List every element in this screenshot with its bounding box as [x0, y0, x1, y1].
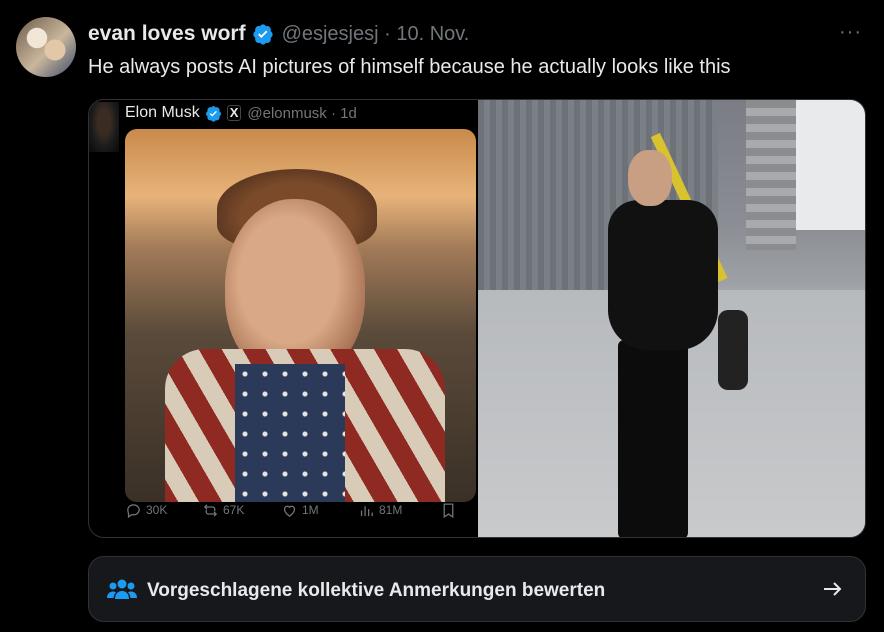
verified-badge-icon: [252, 24, 273, 45]
quoted-handle-and-time[interactable]: @elonmusk · 1d: [247, 105, 356, 122]
repost-button[interactable]: 67K: [202, 502, 244, 519]
like-count: 1M: [302, 503, 319, 517]
quoted-tweet-left: Elon Musk X @elonmusk · 1d 30K 67K 1M 81…: [89, 100, 478, 537]
repost-count: 67K: [223, 503, 245, 517]
repost-icon: [203, 503, 218, 517]
like-icon: [283, 505, 296, 517]
arrow-right-icon: [824, 582, 842, 596]
bookmark-icon: [443, 502, 454, 518]
views-icon: [360, 505, 373, 516]
tweet-text: He always posts AI pictures of himself b…: [88, 56, 731, 78]
quoted-avatar[interactable]: [89, 102, 119, 152]
quoted-display-name[interactable]: Elon Musk: [125, 104, 200, 122]
x-affiliation-badge: X: [226, 105, 242, 121]
image-tower: [746, 100, 796, 250]
quoted-tweet[interactable]: Elon Musk X @elonmusk · 1d 30K 67K 1M 81…: [88, 99, 866, 538]
more-icon[interactable]: ···: [839, 22, 862, 42]
views-button[interactable]: 81M: [358, 502, 402, 519]
community-notes-rate-button[interactable]: Vorgeschlagene kollektive Anmerkungen be…: [88, 556, 866, 622]
image-stars: [235, 364, 345, 502]
community-notes-label: Vorgeschlagene kollektive Anmerkungen be…: [147, 580, 606, 601]
image-person-legs: [618, 340, 688, 537]
verified-badge-icon: [205, 105, 221, 122]
community-notes-icon: [107, 579, 137, 599]
reply-button[interactable]: 30K: [125, 502, 167, 519]
handle-and-time[interactable]: @esjesjesj · 10. Nov.: [282, 23, 470, 46]
image-sky: [787, 100, 865, 230]
ai-portrait-image[interactable]: [125, 129, 476, 502]
image-person-shirt: [608, 200, 718, 350]
like-button[interactable]: 1M: [281, 502, 319, 519]
real-photo-image[interactable]: [478, 100, 865, 537]
reply-icon: [127, 503, 140, 518]
tweet-header: evan loves worf @esjesjesj · 10. Nov.: [88, 22, 469, 46]
image-child: [718, 310, 748, 390]
image-person-head: [628, 150, 672, 206]
reply-count: 30K: [146, 503, 168, 517]
views-count: 81M: [379, 503, 403, 517]
quoted-header: Elon Musk X @elonmusk · 1d: [125, 104, 357, 122]
avatar[interactable]: [16, 17, 76, 77]
image-person: [608, 150, 718, 537]
display-name[interactable]: evan loves worf: [88, 22, 246, 46]
bookmark-button[interactable]: [440, 502, 461, 519]
